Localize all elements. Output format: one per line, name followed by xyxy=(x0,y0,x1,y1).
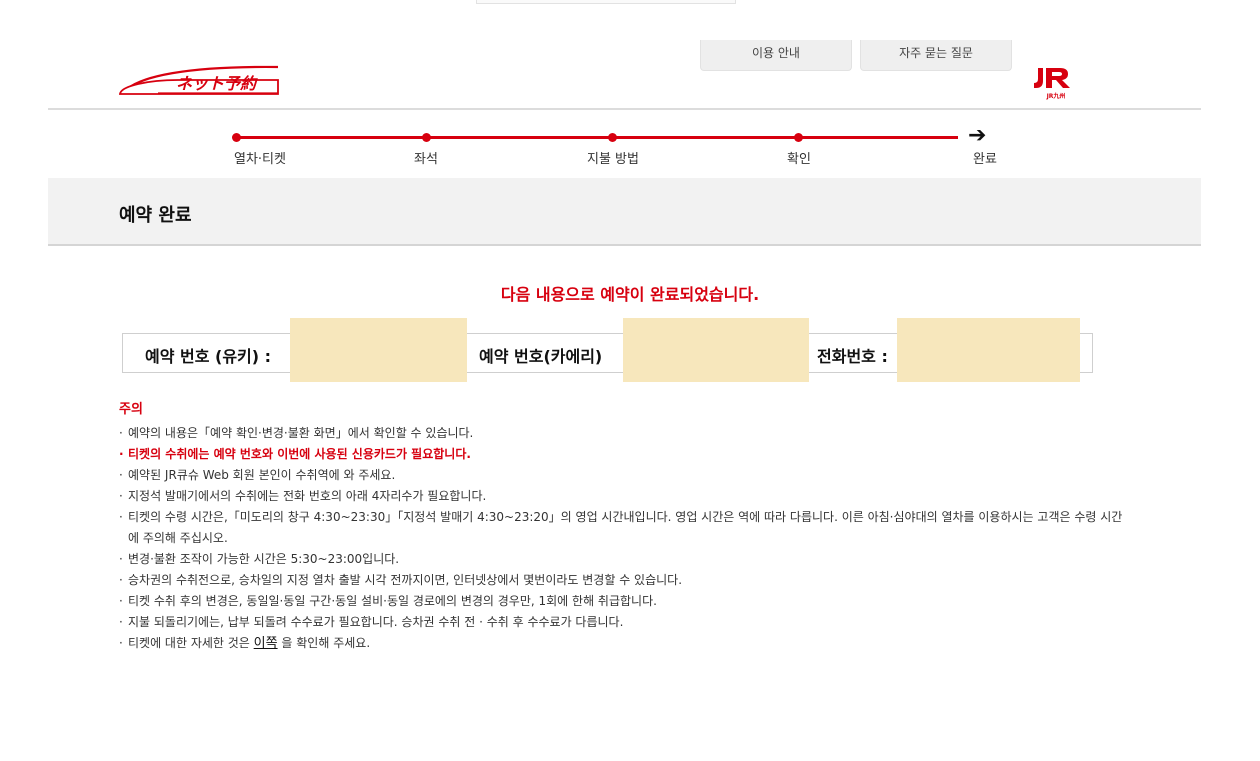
phone-number-label: 전화번호 : xyxy=(817,347,888,366)
reservation-info-box: 예약 번호 (유키) : 예약 번호(카에리) 전화번호 : xyxy=(122,318,1093,382)
notes-section: 주의 예약의 내용은「예약 확인·변경·불환 화면」에서 확인할 수 있습니다.… xyxy=(119,398,1129,654)
details-prefix: 티켓에 대한 자세한 것은 xyxy=(128,636,254,650)
completion-message: 다음 내용으로 예약이 완료되었습니다. xyxy=(500,285,760,304)
list-item-details: 티켓에 대한 자세한 것은 이쪽 을 확인해 주세요. xyxy=(119,633,1129,654)
details-suffix: 을 확인해 주세요. xyxy=(277,636,371,650)
guide-button[interactable]: 이용 안내 xyxy=(700,40,852,71)
notes-list: 예약의 내용은「예약 확인·변경·불환 화면」에서 확인할 수 있습니다. 티켓… xyxy=(119,423,1129,654)
list-item: 예약의 내용은「예약 확인·변경·불환 화면」에서 확인할 수 있습니다. xyxy=(119,423,1129,444)
reservation-number-outbound-label: 예약 번호 (유키) : xyxy=(145,347,272,366)
step-label-confirm: 확인 xyxy=(787,152,811,167)
list-item: 예약된 JR큐슈 Web 회원 본인이 수취역에 와 주세요. xyxy=(119,465,1129,486)
progress-line xyxy=(236,136,958,139)
list-item: 승차권의 수취전으로, 승차일의 지정 열차 출발 시각 전까지이면, 인터넷상… xyxy=(119,570,1129,591)
page-title: 예약 완료 xyxy=(119,205,192,226)
svg-text:ネット予約: ネット予約 xyxy=(176,74,258,93)
arrow-right-icon: ➔ xyxy=(968,123,987,148)
step-label-train-ticket: 열차·티켓 xyxy=(234,152,286,167)
details-link[interactable]: 이쪽 xyxy=(254,636,278,651)
reservation-number-outbound-value xyxy=(290,318,467,382)
step-dot-1 xyxy=(232,133,241,142)
step-label-payment: 지불 방법 xyxy=(587,152,639,167)
phone-number-value xyxy=(897,318,1080,382)
net-yoyaku-logo[interactable]: ネット予約 xyxy=(118,58,283,96)
header-divider xyxy=(48,108,1201,110)
list-item: 티켓 수취 후의 변경은, 동일일·동일 구간·동일 설비·동일 경로에의 변경… xyxy=(119,591,1129,612)
step-label-seat: 좌석 xyxy=(414,152,438,167)
step-dot-4 xyxy=(794,133,803,142)
faq-button[interactable]: 자주 묻는 질문 xyxy=(860,40,1012,71)
list-item: 티켓의 수취에는 예약 번호와 이번에 사용된 신용카드가 필요합니다. xyxy=(119,444,1129,465)
net-yoyaku-logo-graphic: ネット予約 xyxy=(118,65,279,95)
reservation-number-return-label: 예약 번호(카에리) xyxy=(479,347,603,366)
jr-kyushu-logo-graphic: JR九州 xyxy=(1034,68,1070,100)
list-item: 지불 되돌리기에는, 납부 되돌려 수수료가 필요합니다. 승차권 수취 전 ·… xyxy=(119,612,1129,633)
step-label-complete: 완료 xyxy=(973,152,997,167)
reservation-number-return-value xyxy=(623,318,809,382)
notes-title: 주의 xyxy=(119,402,143,417)
list-item: 변경·불환 조작이 가능한 시간은 5:30~23:00입니다. xyxy=(119,549,1129,570)
step-dot-2 xyxy=(422,133,431,142)
step-dot-3 xyxy=(608,133,617,142)
progress-steps: ➔ 열차·티켓 좌석 지불 방법 확인 완료 xyxy=(0,124,1260,174)
svg-text:JR九州: JR九州 xyxy=(1046,92,1066,100)
page-title-band: 예약 완료 xyxy=(48,178,1201,246)
site-header: ネット予約 이용 안내 자주 묻는 질문 JR九州 xyxy=(0,0,1260,110)
list-item: 지정석 발매기에서의 수취에는 전화 번호의 아래 4자리수가 필요합니다. xyxy=(119,486,1129,507)
list-item: 티켓의 수령 시간은,「미도리의 창구 4:30~23:30」「지정석 발매기 … xyxy=(119,507,1129,549)
jr-kyushu-logo[interactable]: JR九州 xyxy=(1032,66,1080,102)
